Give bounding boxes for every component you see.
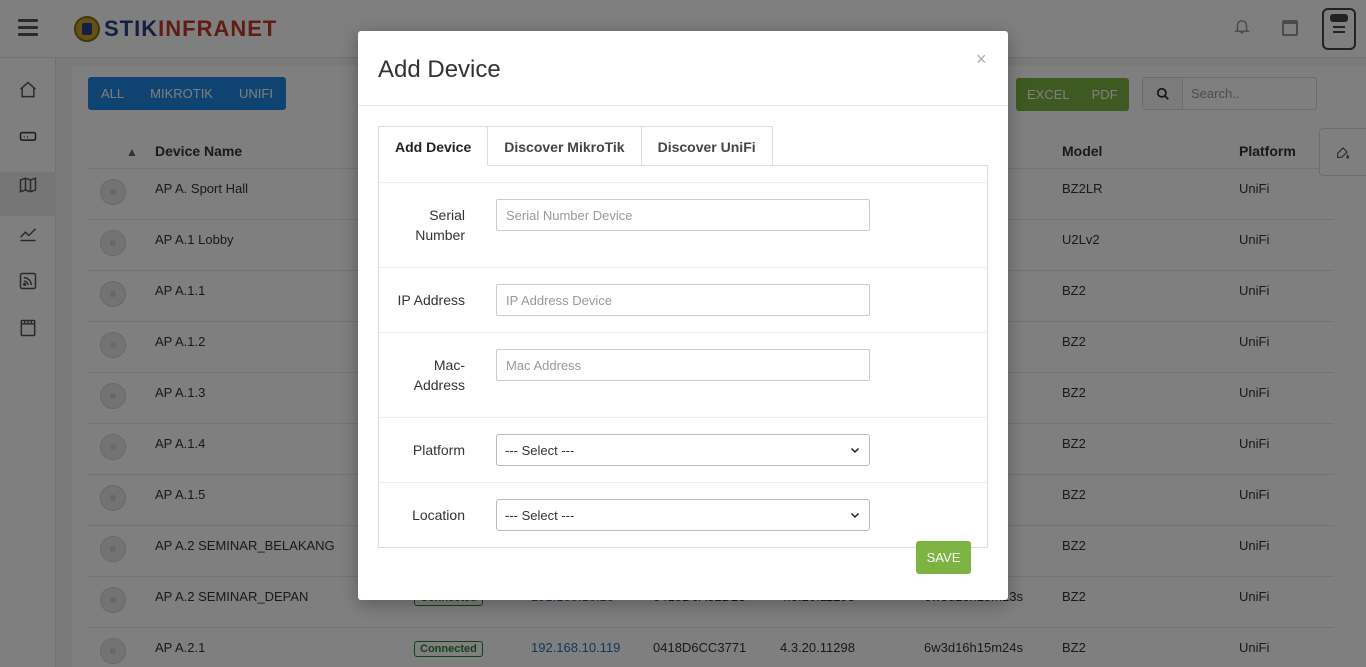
chevron-down-icon (850, 447, 860, 454)
tab-discover-mikrotik[interactable]: Discover MikroTik (487, 126, 642, 166)
serial-number-input[interactable] (496, 199, 870, 231)
chevron-down-icon (850, 512, 860, 519)
close-icon[interactable]: × (976, 49, 987, 70)
add-device-modal: Add Device × Add Device Discover MikroTi… (358, 31, 1008, 600)
serial-label-line2: Number (415, 227, 465, 243)
mac-address-label: Mac- Address (375, 355, 465, 395)
location-select[interactable]: --- Select --- (496, 499, 870, 531)
location-row: Location --- Select --- (379, 482, 987, 547)
location-select-value: --- Select --- (505, 507, 575, 523)
modal-title: Add Device (378, 56, 501, 83)
ip-address-label: IP Address (397, 292, 465, 308)
add-device-form: Serial Number IP Address Mac- Address Pl… (378, 165, 988, 548)
platform-select[interactable]: --- Select --- (496, 434, 870, 466)
mac-label-line1: Mac- (433, 357, 465, 373)
modal-header-divider (358, 105, 1008, 106)
tab-discover-unifi[interactable]: Discover UniFi (640, 126, 773, 166)
tab-add-device[interactable]: Add Device (378, 126, 489, 166)
mac-label-line2: Address (413, 377, 465, 393)
platform-row: Platform --- Select --- (379, 417, 987, 482)
serial-number-label: Serial Number (375, 205, 465, 245)
ip-address-row: IP Address (379, 267, 987, 332)
serial-label-line1: Serial (429, 207, 465, 223)
modal-tabs: Add Device Discover MikroTik Discover Un… (378, 126, 773, 166)
mac-address-input[interactable] (496, 349, 870, 381)
platform-label: Platform (412, 442, 465, 458)
mac-address-row: Mac- Address (379, 332, 987, 418)
save-button[interactable]: SAVE (916, 541, 971, 574)
location-label: Location (412, 507, 465, 523)
serial-number-row: Serial Number (379, 182, 987, 268)
platform-select-value: --- Select --- (505, 442, 575, 458)
ip-address-input[interactable] (496, 284, 870, 316)
